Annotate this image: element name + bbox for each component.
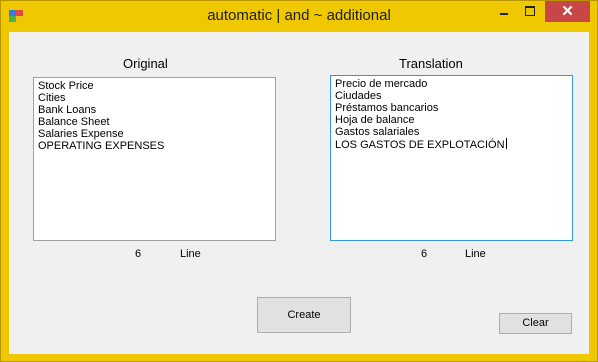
original-label: Original xyxy=(123,56,168,71)
original-line-count: 6 xyxy=(135,248,142,260)
translation-line-last: LOS GASTOS DE EXPLOTACIÓN xyxy=(335,138,568,151)
original-line: Cities xyxy=(38,92,66,104)
original-line: Balance Sheet xyxy=(38,116,110,128)
app-window: automatic | and ~ additional ✕ Original … xyxy=(0,0,598,362)
minimize-icon xyxy=(500,13,508,15)
translation-line-count: 6 xyxy=(421,248,428,260)
translation-textbox[interactable]: Precio de mercado Ciudades Préstamos ban… xyxy=(330,75,573,241)
original-line: OPERATING EXPENSES xyxy=(38,140,165,152)
translation-line: LOS GASTOS DE EXPLOTACIÓN xyxy=(335,139,505,151)
text-caret xyxy=(505,138,507,149)
translation-line: Hoja de balance xyxy=(335,114,415,126)
translation-line: Precio de mercado xyxy=(335,78,428,90)
translation-line: Préstamos bancarios xyxy=(335,102,439,114)
close-button[interactable]: ✕ xyxy=(545,1,590,22)
translation-label: Translation xyxy=(399,56,463,71)
maximize-icon xyxy=(525,6,535,16)
translation-line-count-label: Line xyxy=(465,248,486,260)
maximize-button[interactable] xyxy=(517,1,543,22)
original-line: Stock Price xyxy=(38,80,94,92)
original-textbox[interactable]: Stock Price Cities Bank Loans Balance Sh… xyxy=(33,77,276,241)
create-button[interactable]: Create xyxy=(257,297,351,333)
original-line: Bank Loans xyxy=(38,104,97,116)
title-bar[interactable]: automatic | and ~ additional ✕ xyxy=(1,1,597,32)
minimize-button[interactable] xyxy=(491,1,517,22)
close-icon: ✕ xyxy=(561,3,574,20)
original-line-count-label: Line xyxy=(180,248,201,260)
translation-line: Ciudades xyxy=(335,90,382,102)
original-line: Salaries Expense xyxy=(38,128,124,140)
translation-line: Gastos salariales xyxy=(335,126,420,138)
form-body: Original Translation Stock Price Cities … xyxy=(9,32,589,354)
clear-button[interactable]: Clear xyxy=(499,313,572,334)
